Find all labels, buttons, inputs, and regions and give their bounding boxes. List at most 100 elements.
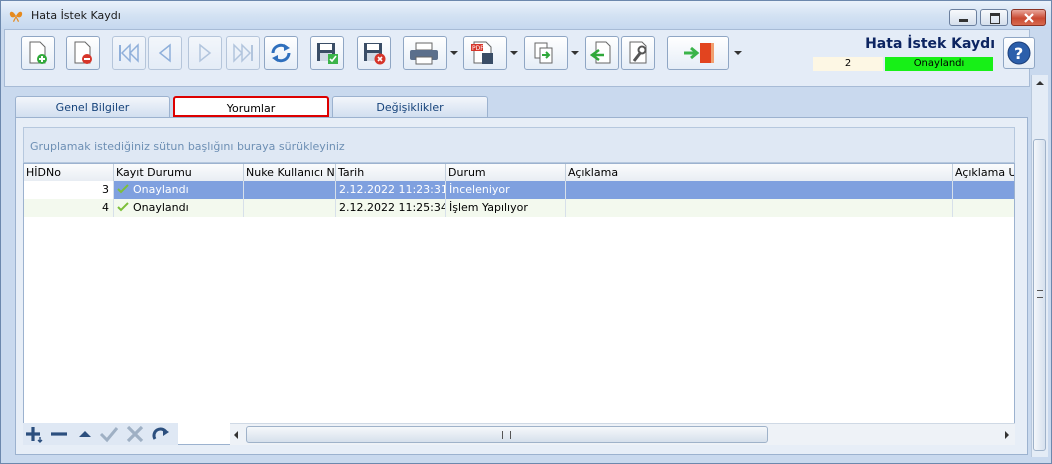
pdf-export-dropdown[interactable] [507, 36, 521, 70]
cell-tarih[interactable]: 2.12.2022 11:23:31 [336, 181, 446, 199]
svg-text:?: ? [1014, 44, 1023, 63]
next-record-button[interactable] [188, 36, 222, 70]
cancel-button[interactable] [125, 423, 145, 445]
grip-icon [502, 431, 511, 439]
previous-record-icon [158, 43, 171, 63]
pdf-export-icon: PDF [471, 41, 493, 64]
scroll-right-icon[interactable] [1005, 431, 1009, 439]
first-record-button[interactable] [112, 36, 146, 70]
exit-dropdown[interactable] [731, 36, 745, 70]
cell-tarih[interactable]: 2.12.2022 11:25:34 [336, 199, 446, 217]
minus-icon [51, 432, 67, 436]
cell-kayit-durumu[interactable]: Onaylandı [114, 181, 244, 199]
last-record-icon [233, 43, 253, 63]
record-id: 2 [813, 57, 883, 71]
grip-icon [1037, 290, 1043, 298]
edit-button[interactable] [75, 423, 95, 445]
save-close-button[interactable] [357, 36, 391, 70]
cell-aciklama-uzun[interactable] [953, 199, 1014, 217]
form-title: Hata İstek Kaydı [865, 36, 995, 52]
refresh-grid-button[interactable] [151, 423, 171, 445]
close-button[interactable] [1011, 9, 1046, 26]
help-button[interactable]: ? [1003, 37, 1035, 69]
print-icon [410, 42, 438, 65]
last-record-button[interactable] [226, 36, 260, 70]
append-button[interactable] [25, 423, 45, 445]
cell-durum[interactable]: İnceleniyor [446, 181, 566, 199]
column-header-kayit-durumu[interactable]: Kayıt Durumu [114, 164, 244, 181]
scroll-left-icon[interactable] [234, 431, 238, 439]
x-icon [126, 425, 144, 443]
window-title: Hata İstek Kaydı [31, 9, 121, 22]
first-record-icon [119, 43, 139, 63]
save-button[interactable] [310, 36, 344, 70]
refresh-icon [271, 43, 291, 63]
delete-record-icon [74, 41, 92, 64]
app-window: Hata İstek Kaydı PDF Hata İstek Kaydı 2 … [0, 0, 1052, 464]
delete-button[interactable] [49, 423, 69, 445]
check-icon [117, 184, 129, 194]
next-record-icon [199, 43, 212, 63]
column-header-hidno[interactable]: HİDNo [24, 164, 114, 181]
new-record-icon [29, 41, 47, 64]
grid-navigator [23, 423, 178, 445]
vertical-scrollbar[interactable] [1031, 75, 1048, 457]
print-dropdown[interactable] [447, 36, 461, 70]
copy-icon [534, 42, 553, 64]
triangle-up-icon [79, 431, 91, 437]
column-header-tarih[interactable]: Tarih [336, 164, 446, 181]
column-header-aciklama-uzun[interactable]: Açıklama Uzu [953, 164, 1014, 181]
save-icon [317, 43, 338, 64]
toolbar: PDF Hata İstek Kaydı 2 Onaylandı ? [4, 29, 1035, 87]
post-button[interactable] [99, 423, 119, 445]
table-row[interactable]: 3 Onaylandı 2.12.2022 11:23:31 İnceleniy… [24, 181, 1014, 199]
cell-aciklama-uzun[interactable] [953, 181, 1014, 199]
exit-button[interactable] [667, 36, 729, 70]
column-header-aciklama[interactable]: Açıklama [566, 164, 953, 181]
group-hint: Gruplamak istediğiniz sütun başlığını bu… [30, 140, 345, 153]
table-row[interactable]: 4 Onaylandı 2.12.2022 11:25:34 İşlem Yap… [24, 199, 1014, 217]
cell-aciklama[interactable] [566, 181, 953, 199]
hscroll-thumb[interactable] [246, 426, 768, 443]
tab-genel-bilgiler[interactable]: Genel Bilgiler [15, 96, 170, 117]
cell-nuke[interactable] [244, 199, 336, 217]
minimize-icon [959, 19, 968, 22]
refresh-button[interactable] [264, 36, 298, 70]
column-header-durum[interactable]: Durum [446, 164, 566, 181]
tab-degisiklikler[interactable]: Değişiklikler [332, 96, 488, 117]
horizontal-scrollbar[interactable] [230, 423, 1015, 445]
cell-hidno[interactable]: 4 [24, 199, 114, 217]
cell-hidno[interactable]: 3 [24, 181, 114, 199]
group-by-area[interactable]: Gruplamak istediğiniz sütun başlığını bu… [23, 127, 1015, 163]
check-icon [117, 202, 129, 212]
scroll-thumb[interactable] [1033, 139, 1046, 451]
cell-nuke[interactable] [244, 181, 336, 199]
import-button[interactable] [585, 36, 619, 70]
pdf-export-button[interactable]: PDF [463, 36, 507, 70]
plus-icon [26, 427, 43, 443]
butterfly-icon [9, 11, 23, 22]
grid-header: HİDNo Kayıt Durumu Nuke Kullanıcı No Tar… [24, 164, 1014, 182]
cell-aciklama[interactable] [566, 199, 953, 217]
scroll-up-icon[interactable] [1036, 81, 1044, 85]
cell-kayit-durumu-text: Onaylandı [133, 183, 189, 196]
cell-kayit-durumu[interactable]: Onaylandı [114, 199, 244, 217]
column-header-nuke-kullanici-no[interactable]: Nuke Kullanıcı No [244, 164, 336, 181]
redo-icon [152, 427, 169, 440]
copy-button[interactable] [524, 36, 568, 70]
minimize-button[interactable] [949, 9, 977, 26]
exit-door-icon [684, 43, 714, 63]
status-badge: Onaylandı [885, 57, 993, 71]
print-button[interactable] [403, 36, 447, 70]
cell-kayit-durumu-text: Onaylandı [133, 201, 189, 214]
copy-dropdown[interactable] [568, 36, 582, 70]
delete-record-button[interactable] [66, 36, 100, 70]
previous-record-button[interactable] [148, 36, 182, 70]
tab-yorumlar[interactable]: Yorumlar [173, 96, 329, 117]
maximize-button[interactable] [980, 9, 1008, 26]
new-record-button[interactable] [21, 36, 55, 70]
settings-wrench-icon [629, 41, 647, 64]
cell-durum[interactable]: İşlem Yapılıyor [446, 199, 566, 217]
settings-button[interactable] [621, 36, 655, 70]
title-bar: Hata İstek Kaydı [1, 1, 1051, 29]
